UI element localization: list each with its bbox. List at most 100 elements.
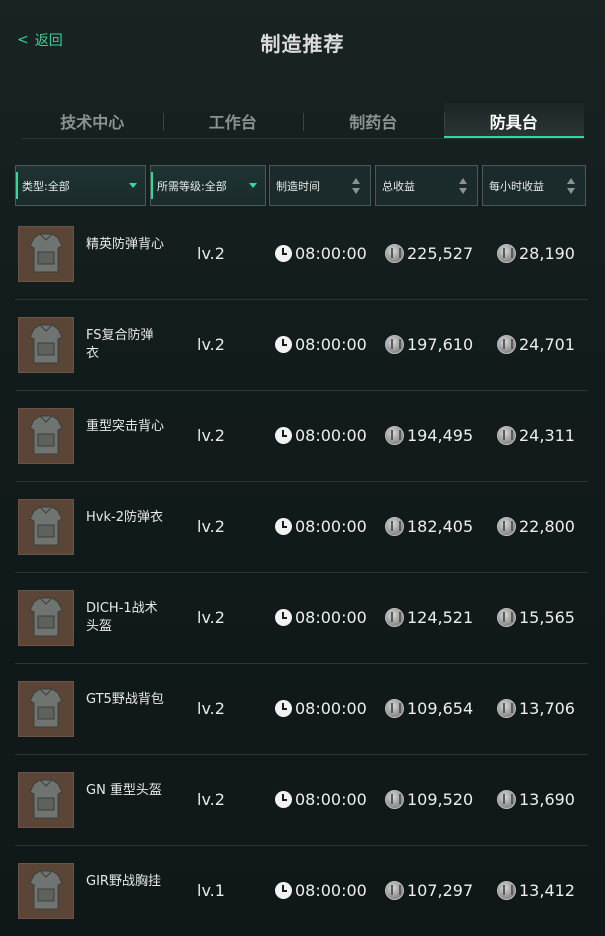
total-sort-button[interactable]: 总收益 [375,165,478,206]
total-profit: 109,520 [385,790,473,809]
item-thumbnail [18,863,74,919]
hourly-profit-value: 13,690 [519,790,575,809]
type-filter-label: 类型:全部 [22,179,70,193]
list-item[interactable]: 重型突击背心 lv.2 08:00:00 194,495 24,311 [15,391,588,482]
clock-icon [275,882,292,899]
item-name: GT5野战背包 [86,692,164,707]
sort-icon [352,178,360,194]
item-thumbnail [18,499,74,555]
coin-icon [497,608,516,627]
item-level: lv.2 [197,699,225,718]
total-profit: 107,297 [385,881,473,900]
level-filter-dropdown[interactable]: 所需等级:全部 [150,165,266,206]
total-profit-value: 107,297 [407,881,474,900]
hourly-profit: 13,412 [497,881,575,900]
total-profit: 182,405 [385,517,473,536]
level-filter-label: 所需等级:全部 [157,179,227,193]
item-thumbnail [18,317,74,373]
hourly-profit: 13,706 [497,699,575,718]
tab-workbench[interactable]: 工作台 [162,103,304,139]
tab-pharmacy[interactable]: 制药台 [303,103,444,139]
header: < 返回 制造推荐 [0,0,605,80]
item-thumbnail [18,590,74,646]
coin-icon [497,335,516,354]
craft-time: 08:00:00 [275,608,367,627]
total-profit-value: 197,610 [407,335,474,354]
hourly-profit-value: 28,190 [519,244,575,263]
clock-icon [275,245,292,262]
tab-label: 制药台 [349,113,398,132]
sort-icon [567,178,575,194]
list-item[interactable]: GIR野战胸挂 lv.1 08:00:00 107,297 13,412 [15,846,588,936]
total-profit-value: 225,527 [407,244,474,263]
clock-icon [275,518,292,535]
craft-time-value: 08:00:00 [295,608,367,627]
craft-time-value: 08:00:00 [295,426,367,445]
item-name: GN 重型头盔 [86,783,162,798]
hourly-profit: 13,690 [497,790,575,809]
craft-time-value: 08:00:00 [295,790,367,809]
clock-icon [275,791,292,808]
item-level: lv.2 [197,790,225,809]
armor-icon [29,597,63,637]
total-profit: 225,527 [385,244,473,263]
item-level: lv.2 [197,335,225,354]
hourly-sort-button[interactable]: 每小时收益 [482,165,586,206]
list-item[interactable]: Hvk-2防弹衣 lv.2 08:00:00 182,405 22,800 [15,482,588,573]
item-name: Hvk-2防弹衣 [86,510,163,525]
item-thumbnail [18,681,74,737]
clock-icon [275,427,292,444]
tab-armor-bench[interactable]: 防具台 [443,103,584,139]
total-profit-value: 124,521 [407,608,474,627]
item-thumbnail [18,772,74,828]
craft-time: 08:00:00 [275,699,367,718]
item-name: GIR野战胸挂 [86,874,161,889]
coin-icon [385,335,404,354]
hourly-profit: 28,190 [497,244,575,263]
hourly-profit: 24,701 [497,335,575,354]
page-title: 制造推荐 [260,32,345,56]
type-filter-dropdown[interactable]: 类型:全部 [15,165,146,206]
craft-time-value: 08:00:00 [295,335,367,354]
coin-icon [497,244,516,263]
craft-time-value: 08:00:00 [295,881,367,900]
item-level: lv.2 [197,608,225,627]
item-name: 重型突击背心 [86,419,165,434]
time-sort-label: 制造时间 [276,179,320,193]
caret-down-icon [249,183,257,188]
tab-tech-center[interactable]: 技术中心 [22,103,163,139]
total-profit: 124,521 [385,608,473,627]
hourly-profit-value: 22,800 [519,517,575,536]
craft-time-value: 08:00:00 [295,517,367,536]
tab-divider [22,138,584,139]
item-level: lv.2 [197,244,225,263]
total-profit: 109,654 [385,699,473,718]
list-item[interactable]: GN 重型头盔 lv.2 08:00:00 109,520 13,690 [15,755,588,846]
armor-icon [29,779,63,819]
list-item[interactable]: FS复合防弹衣 lv.2 08:00:00 197,610 24,701 [15,300,588,391]
craft-time-value: 08:00:00 [295,699,367,718]
coin-icon [385,699,404,718]
list-item[interactable]: 精英防弹背心 lv.2 08:00:00 225,527 28,190 [15,209,588,300]
coin-icon [385,608,404,627]
coin-icon [497,426,516,445]
hourly-profit: 15,565 [497,608,575,627]
coin-icon [385,881,404,900]
list-item[interactable]: DICH-1战术头盔 lv.2 08:00:00 124,521 15,565 [15,573,588,664]
coin-icon [497,790,516,809]
list-item[interactable]: GT5野战背包 lv.2 08:00:00 109,654 13,706 [15,664,588,755]
hourly-profit-value: 15,565 [519,608,575,627]
total-sort-label: 总收益 [382,179,415,193]
hourly-profit-value: 13,706 [519,699,575,718]
item-level: lv.2 [197,517,225,536]
time-sort-button[interactable]: 制造时间 [269,165,371,206]
coin-icon [497,699,516,718]
item-level: lv.2 [197,426,225,445]
total-profit: 194,495 [385,426,473,445]
hourly-profit: 22,800 [497,517,575,536]
tab-bar: 技术中心 工作台 制药台 防具台 [22,103,584,139]
total-profit-value: 194,495 [407,426,474,445]
hourly-profit: 24,311 [497,426,575,445]
tab-label: 防具台 [489,113,538,132]
armor-icon [29,688,63,728]
